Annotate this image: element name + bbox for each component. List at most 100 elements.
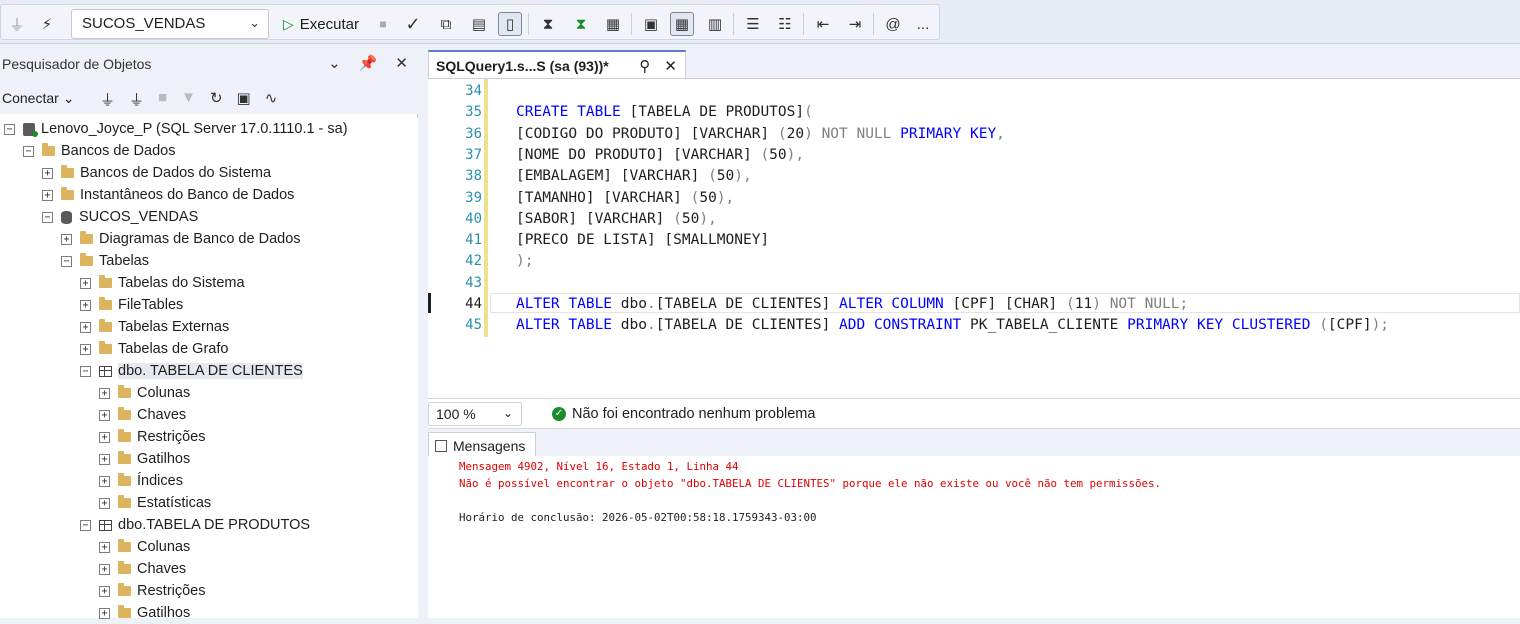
database-select[interactable]: SUCOS_VENDAS ⌄ (71, 9, 269, 39)
expand-icon[interactable]: + (80, 321, 91, 333)
comment-icon[interactable]: ☰ (741, 12, 765, 36)
tree-node[interactable]: + Estatísticas (99, 492, 211, 514)
tree-node-label: Restrições (137, 583, 206, 599)
expand-icon[interactable]: + (99, 563, 110, 575)
code-line[interactable]: [TAMANHO] [VARCHAR] (50), (516, 190, 734, 206)
expand-icon[interactable]: + (99, 541, 110, 553)
expand-icon[interactable]: + (99, 431, 110, 443)
include-plan-icon[interactable]: ⧗ (536, 12, 560, 36)
tree-node[interactable]: + Chaves (99, 404, 186, 426)
tree-node[interactable]: + Tabelas de Grafo (80, 338, 228, 360)
tree-node[interactable]: + Tabelas do Sistema (80, 272, 245, 294)
expand-icon[interactable]: + (99, 387, 110, 399)
activity-monitor-icon[interactable]: ∿ (265, 89, 278, 110)
connect-icon[interactable]: ⏚ (5, 12, 29, 36)
tree-node[interactable]: − dbo.TABELA DE PRODUTOS (80, 514, 310, 536)
expand-icon[interactable]: + (80, 277, 91, 289)
tree-node[interactable]: − Lenovo_Joyce_P (SQL Server 17.0.1110.1 … (4, 118, 348, 140)
collapse-icon[interactable]: − (80, 365, 91, 377)
live-stats-icon[interactable]: ⧗ (569, 12, 593, 36)
specify-values-icon[interactable]: @ (881, 12, 905, 36)
expand-icon[interactable]: + (42, 167, 53, 179)
tree-node[interactable]: − SUCOS_VENDAS (42, 206, 198, 228)
tree-node[interactable]: + Tabelas Externas (80, 316, 229, 338)
execute-button[interactable]: ▷ Executar (283, 11, 359, 37)
expand-icon[interactable]: + (61, 233, 72, 245)
close-icon[interactable]: ✕ (395, 54, 408, 72)
code-line[interactable]: [EMBALAGEM] [VARCHAR] (50), (516, 168, 752, 184)
line-number: 41 (465, 232, 482, 249)
chevron-down-icon[interactable]: ⌄ (328, 54, 341, 72)
code-line[interactable]: [SABOR] [VARCHAR] (50), (516, 211, 717, 227)
sql-token: PK_TABELA_CLIENTE (969, 317, 1128, 334)
indent-icon[interactable]: ⇥ (843, 12, 867, 36)
expand-icon[interactable]: + (99, 607, 110, 619)
tree-node[interactable]: + Colunas (99, 382, 190, 404)
tree-node[interactable]: + Gatilhos (99, 602, 190, 624)
results-to-grid-icon[interactable]: ▤ (467, 12, 491, 36)
tree-node[interactable]: + Gatilhos (99, 448, 190, 470)
expand-icon[interactable]: + (99, 409, 110, 421)
tree-node[interactable]: − Bancos de Dados (23, 140, 175, 162)
connect-plug-icon[interactable]: ⏚ (100, 89, 115, 110)
results-grid-icon[interactable]: ▦ (670, 12, 694, 36)
collapse-icon[interactable]: − (42, 211, 53, 223)
tree-node[interactable]: − dbo. TABELA DE CLIENTES (80, 360, 303, 382)
code-line[interactable]: ); (516, 253, 533, 269)
tree-node[interactable]: + Diagramas de Banco de Dados (61, 228, 301, 250)
close-icon[interactable]: ✕ (664, 57, 677, 75)
tree-node[interactable]: + Instantâneos do Banco de Dados (42, 184, 294, 206)
tree-node[interactable]: + FileTables (80, 294, 183, 316)
code-line[interactable]: [CODIGO DO PRODUTO] [VARCHAR] (20) NOT N… (516, 126, 1005, 142)
sql-editor[interactable]: 34 35 CREATE TABLE [TABELA DE PRODUTOS](36… (428, 78, 1520, 398)
client-stats-icon[interactable]: ▦ (601, 12, 625, 36)
summary-icon[interactable]: ▣ (237, 89, 251, 110)
query-tab[interactable]: SQLQuery1.s...S (sa (93))* ⚲ ✕ (428, 50, 686, 80)
tree-node[interactable]: − Tabelas (61, 250, 149, 272)
pin-icon[interactable]: ⚲ (639, 57, 650, 75)
change-connection-icon[interactable]: ⚡ (35, 12, 59, 36)
stop-icon[interactable]: ■ (158, 89, 167, 110)
expand-icon[interactable]: + (99, 453, 110, 465)
stop-icon[interactable]: ■ (371, 12, 395, 36)
code-line[interactable]: [NOME DO PRODUTO] [VARCHAR] (50), (516, 147, 804, 163)
outdent-icon[interactable]: ⇤ (811, 12, 835, 36)
disconnect-icon[interactable]: ⏚ (129, 89, 144, 110)
pin-icon[interactable]: 📌 (359, 54, 378, 72)
connect-dropdown[interactable]: Conectar ⌄ (2, 90, 74, 106)
collapse-icon[interactable]: − (80, 519, 91, 531)
expand-icon[interactable]: + (99, 497, 110, 509)
results-to-text-icon[interactable]: ▯ (498, 12, 522, 36)
collapse-icon[interactable]: − (23, 145, 34, 157)
code-line[interactable]: ALTER TABLE dbo.[TABELA DE CLIENTES] ALT… (516, 296, 1188, 312)
parse-check-icon[interactable]: ✓ (401, 12, 425, 36)
estimated-plan-icon[interactable]: ⧉ (434, 12, 458, 36)
collapse-icon[interactable]: − (61, 255, 72, 267)
tree-node-label: dbo. TABELA DE CLIENTES (118, 363, 303, 379)
expand-icon[interactable]: + (42, 189, 53, 201)
tree-node[interactable]: + Colunas (99, 536, 190, 558)
expand-icon[interactable]: + (80, 343, 91, 355)
sql-keyword: ALTER TABLE (516, 317, 621, 334)
uncomment-icon[interactable]: ☷ (773, 12, 797, 36)
results-pane-icon[interactable]: ▥ (703, 12, 727, 36)
results-to-file-icon[interactable]: ▣ (639, 12, 663, 36)
zoom-select[interactable]: 100 % ⌄ (428, 402, 522, 426)
expand-icon[interactable]: + (99, 585, 110, 597)
code-line[interactable]: CREATE TABLE [TABELA DE PRODUTOS]( (516, 104, 813, 120)
messages-tab[interactable]: Mensagens (428, 432, 536, 458)
refresh-icon[interactable]: ↻ (210, 89, 223, 110)
line-number: 43 (465, 274, 482, 291)
expand-icon[interactable]: + (99, 475, 110, 487)
code-line[interactable]: [PRECO DE LISTA] [SMALLMONEY] (516, 232, 769, 248)
toolbar-overflow-button[interactable]: ... (911, 12, 935, 36)
tree-node[interactable]: + Restrições (99, 580, 206, 602)
tree-node[interactable]: + Restrições (99, 426, 206, 448)
code-line[interactable]: ALTER TABLE dbo.[TABELA DE CLIENTES] ADD… (516, 317, 1389, 333)
expand-icon[interactable]: + (80, 299, 91, 311)
tree-node[interactable]: + Índices (99, 470, 183, 492)
collapse-icon[interactable]: − (4, 123, 15, 135)
tree-node[interactable]: + Bancos de Dados do Sistema (42, 162, 271, 184)
tree-node[interactable]: + Chaves (99, 558, 186, 580)
filter-icon[interactable]: ▼ (181, 89, 196, 110)
